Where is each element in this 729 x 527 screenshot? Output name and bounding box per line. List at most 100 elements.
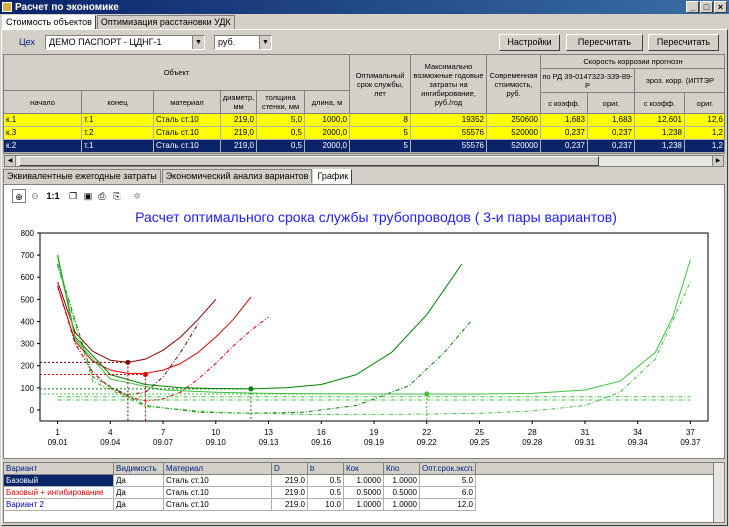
cell-end[interactable]: т.2 bbox=[82, 127, 154, 140]
header-kcoef-1[interactable]: с коэфф. bbox=[541, 93, 588, 114]
cell-diameter[interactable]: 219,0 bbox=[221, 140, 257, 153]
shop-select[interactable]: ДЕМО ПАСПОРТ - ЦДНГ-1 ▼ bbox=[45, 35, 205, 50]
cell-kok[interactable]: 0.5000 bbox=[344, 487, 384, 499]
actual-size-icon[interactable]: 1:1 bbox=[46, 189, 60, 203]
cell-kok[interactable]: 1.0000 bbox=[344, 475, 384, 487]
cell-opt-term[interactable]: 12.0 bbox=[420, 499, 476, 511]
maximize-button[interactable]: □ bbox=[700, 1, 713, 13]
tab-economic-analysis[interactable]: Экономический анализ вариантов bbox=[161, 169, 313, 183]
header-end[interactable]: конец bbox=[82, 91, 154, 114]
cell-material[interactable]: Сталь ст.10 bbox=[164, 499, 272, 511]
header-kpo[interactable]: Кпо bbox=[384, 463, 420, 475]
cell-length[interactable]: 2000,0 bbox=[305, 140, 350, 153]
cell-material[interactable]: Сталь ст.10 bbox=[164, 487, 272, 499]
cell-thickness[interactable]: 5,0 bbox=[257, 114, 305, 127]
cell-current-cost[interactable]: 520000 bbox=[487, 127, 541, 140]
variant-row[interactable]: Базовый Да Сталь ст.10 219.0 0.5 1.0000 1.0000… bbox=[4, 475, 724, 487]
cell-visibility[interactable]: Да bbox=[114, 487, 164, 499]
cell-optimal-term[interactable]: 5 bbox=[350, 140, 411, 153]
print-preview-icon[interactable]: ⎘ bbox=[110, 189, 124, 203]
cell-orig-1[interactable]: 1,683 bbox=[588, 114, 635, 127]
cell-opt-term[interactable]: 5.0 bbox=[420, 475, 476, 487]
cell-kpo[interactable]: 1.0000 bbox=[384, 475, 420, 487]
cell-kcoef-2[interactable]: 1,238 bbox=[635, 127, 685, 140]
header-variant[interactable]: Вариант bbox=[4, 463, 114, 475]
cell-material[interactable]: Сталь ст.10 bbox=[154, 114, 221, 127]
header-max-costs[interactable]: Максимально возможные годовые затраты на… bbox=[411, 55, 487, 114]
cell-kpo[interactable]: 0.5000 bbox=[384, 487, 420, 499]
cell-current-cost[interactable]: 520000 bbox=[487, 140, 541, 153]
cell-variant[interactable]: Базовый + ингибирование bbox=[4, 487, 114, 499]
cell-max-costs[interactable]: 55576 bbox=[411, 140, 487, 153]
cell-start[interactable]: к.2 bbox=[4, 140, 82, 153]
cell-end[interactable]: т.1 bbox=[82, 114, 154, 127]
cell-start[interactable]: к.3 bbox=[4, 127, 82, 140]
currency-select[interactable]: руб. ▼ bbox=[214, 35, 272, 50]
cell-kcoef-1[interactable]: 1,683 bbox=[541, 114, 588, 127]
variants-table[interactable]: Вариант Видимость Материал D b Кок Кпо О… bbox=[3, 462, 725, 523]
table-row[interactable]: к.1 т.1 Сталь ст.10 219,0 5,0 1000,0 8 1… bbox=[4, 114, 724, 127]
header-opt-term[interactable]: Опт.срок.эксп. bbox=[420, 463, 476, 475]
copy-icon[interactable]: ❐ bbox=[66, 189, 80, 203]
header-kcoef-2[interactable]: с коэфф. bbox=[635, 93, 685, 114]
cell-visibility[interactable]: Да bbox=[114, 475, 164, 487]
cell-d[interactable]: 219.0 bbox=[272, 487, 308, 499]
close-button[interactable]: × bbox=[714, 1, 727, 13]
cell-b[interactable]: 0.5 bbox=[308, 487, 344, 499]
cell-end[interactable]: т.1 bbox=[82, 140, 154, 153]
cell-current-cost[interactable]: 250600 bbox=[487, 114, 541, 127]
cell-start[interactable]: к.1 bbox=[4, 114, 82, 127]
cell-optimal-term[interactable]: 5 bbox=[350, 127, 411, 140]
header-length[interactable]: длина, м bbox=[305, 91, 350, 114]
cell-d[interactable]: 219.0 bbox=[272, 475, 308, 487]
header-orig-1[interactable]: ориг. bbox=[588, 93, 635, 114]
settings-button[interactable]: Настройки bbox=[499, 34, 560, 51]
zoom-in-icon[interactable]: ⊕ bbox=[12, 189, 26, 203]
cell-material[interactable]: Сталь ст.10 bbox=[154, 127, 221, 140]
save-icon[interactable]: ▣ bbox=[81, 189, 95, 203]
cell-kpo[interactable]: 1.0000 bbox=[384, 499, 420, 511]
settings-icon[interactable]: ✲ bbox=[130, 189, 144, 203]
cell-thickness[interactable]: 0,5 bbox=[257, 127, 305, 140]
cell-max-costs[interactable]: 55576 bbox=[411, 127, 487, 140]
cell-b[interactable]: 10.0 bbox=[308, 499, 344, 511]
vertical-scrollbar[interactable] bbox=[713, 463, 724, 522]
header-b[interactable]: b bbox=[308, 463, 344, 475]
cell-visibility[interactable]: Да bbox=[114, 499, 164, 511]
header-optimal-term[interactable]: Оптимальный срок службы, лет bbox=[350, 55, 411, 114]
scroll-left-icon[interactable]: ◀ bbox=[5, 156, 16, 166]
recalc-all-button[interactable]: Пересчитать все bbox=[648, 34, 719, 62]
tab-object-cost[interactable]: Стоимость объектов bbox=[2, 15, 96, 30]
cell-material[interactable]: Сталь ст.10 bbox=[164, 475, 272, 487]
cell-kcoef-1[interactable]: 0,237 bbox=[541, 140, 588, 153]
cell-kcoef-2[interactable]: 1,238 bbox=[635, 140, 685, 153]
scrollbar-thumb[interactable] bbox=[19, 156, 599, 166]
cell-b[interactable]: 0.5 bbox=[308, 475, 344, 487]
minimize-button[interactable]: _ bbox=[686, 1, 699, 13]
variant-row[interactable]: Базовый + ингибирование Да Сталь ст.10 219.… bbox=[4, 487, 724, 499]
objects-table[interactable]: Объект начало конец материал диаметр, мм… bbox=[3, 54, 725, 154]
table-row-selected[interactable]: к.2 т.1 Сталь ст.10 219,0 0,5 2000,0 5 5… bbox=[4, 140, 724, 153]
cell-max-costs[interactable]: 19352 bbox=[411, 114, 487, 127]
cell-kcoef-2[interactable]: 12,601 bbox=[635, 114, 685, 127]
tab-equivalent-costs[interactable]: Эквивалентные ежегодные затраты bbox=[3, 169, 161, 183]
cell-diameter[interactable]: 219,0 bbox=[221, 114, 257, 127]
header-current-cost[interactable]: Современная стоимость, руб. bbox=[487, 55, 541, 114]
zoom-out-icon[interactable]: ⊖ bbox=[28, 189, 42, 203]
header-d[interactable]: D bbox=[272, 463, 308, 475]
header-thickness[interactable]: толщина стенки, мм bbox=[257, 91, 305, 114]
print-icon[interactable]: ⎙ bbox=[95, 189, 109, 203]
cell-material[interactable]: Сталь ст.10 bbox=[154, 140, 221, 153]
cell-length[interactable]: 2000,0 bbox=[305, 127, 350, 140]
header-start[interactable]: начало bbox=[4, 91, 82, 114]
scroll-right-icon[interactable]: ▶ bbox=[712, 156, 723, 166]
tab-udk-optimization[interactable]: Оптимизация расстановки УДК bbox=[96, 15, 235, 29]
cell-thickness[interactable]: 0,5 bbox=[257, 140, 305, 153]
cell-diameter[interactable]: 219,0 bbox=[221, 127, 257, 140]
horizontal-scrollbar[interactable]: ◀ ▶ bbox=[4, 155, 724, 167]
tab-graph[interactable]: График bbox=[313, 169, 353, 184]
cell-orig-2[interactable]: 12,6 bbox=[685, 114, 724, 127]
recalc-one-button[interactable]: Пересчитать один bbox=[566, 34, 643, 62]
cell-kok[interactable]: 1.0000 bbox=[344, 499, 384, 511]
cell-length[interactable]: 1000,0 bbox=[305, 114, 350, 127]
